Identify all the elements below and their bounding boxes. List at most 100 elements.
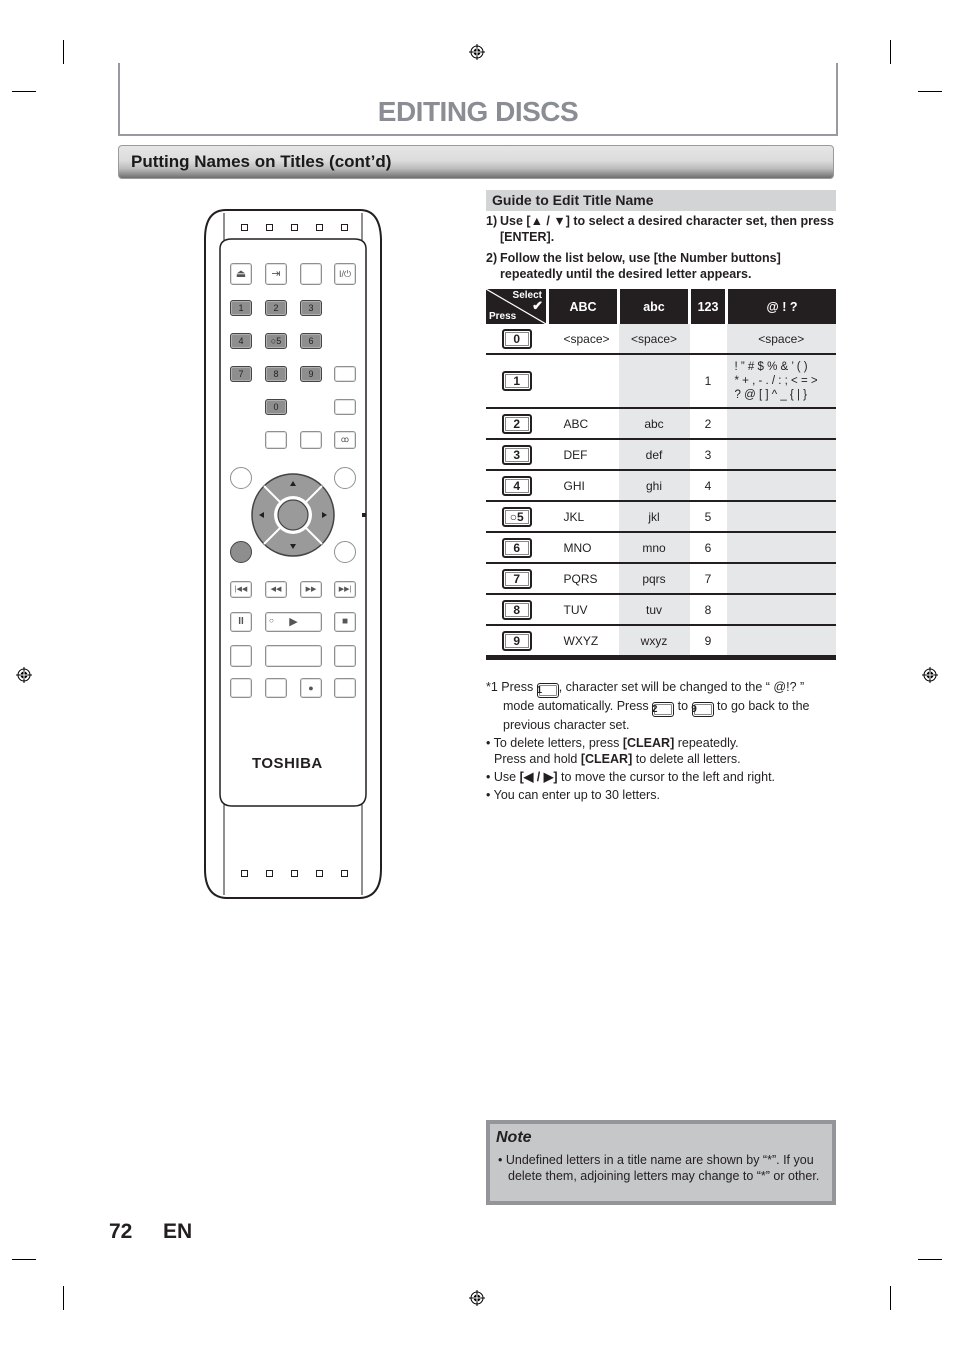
audio-button[interactable]: ꝏ bbox=[334, 431, 356, 449]
key-cell: 0 bbox=[486, 324, 548, 354]
power-icon: I/⏻ bbox=[338, 269, 352, 279]
direction-pad[interactable] bbox=[251, 473, 335, 557]
lowercase-cell: def bbox=[618, 438, 690, 470]
symbol-line: * + , - . / : ; < = > bbox=[734, 375, 818, 387]
lowercase-cell: abc bbox=[618, 407, 690, 439]
crop-mark bbox=[918, 1259, 942, 1260]
number-cell: 7 bbox=[689, 562, 727, 594]
number-key-3[interactable]: 3 bbox=[300, 300, 322, 316]
number-key-icon: 3 bbox=[501, 444, 532, 465]
number-key-6[interactable]: 6 bbox=[300, 333, 322, 349]
number-cell: 6 bbox=[689, 531, 727, 563]
function-button[interactable] bbox=[300, 431, 322, 449]
lowercase-cell: wxyz bbox=[618, 624, 690, 660]
number-cell: 5 bbox=[689, 500, 727, 532]
round-button[interactable] bbox=[334, 467, 356, 489]
registration-mark-icon bbox=[469, 1290, 485, 1306]
wide-button[interactable] bbox=[265, 645, 322, 667]
round-button[interactable] bbox=[230, 467, 252, 489]
number-key-0[interactable]: 0 bbox=[265, 399, 287, 415]
guide-heading-bar: Guide to Edit Title Name bbox=[486, 190, 836, 211]
indicator-led bbox=[316, 870, 323, 877]
number-key-icon: 2 bbox=[501, 413, 532, 434]
fast-forward-button[interactable]: ▶▶ bbox=[300, 581, 322, 598]
table-row: ○5 JKL jkl 5 bbox=[486, 500, 836, 532]
footnote: *1 Press 1, character set will be change… bbox=[486, 680, 810, 732]
number-cell: 8 bbox=[689, 593, 727, 625]
crop-mark bbox=[12, 1259, 36, 1260]
round-button[interactable] bbox=[230, 541, 252, 563]
blank-button[interactable] bbox=[300, 263, 322, 285]
lowercase-cell: pqrs bbox=[618, 562, 690, 594]
instruction-notes: *1 Press 1, character set will be change… bbox=[486, 679, 836, 805]
section-title: Putting Names on Titles (cont’d) bbox=[131, 152, 392, 171]
table-header-row: Select Press ✔ ABC abc 123 @ ! ? bbox=[486, 289, 836, 324]
play-button[interactable]: ○ ▶ bbox=[265, 612, 322, 632]
side-button[interactable] bbox=[334, 366, 356, 382]
function-button[interactable] bbox=[265, 678, 287, 698]
table-row: 1 1 ! ” # $ % & ’ ( ) * + , - . / : ; < = >… bbox=[486, 353, 836, 408]
indicator-led bbox=[341, 870, 348, 877]
key-icon: 9 bbox=[691, 702, 714, 717]
function-button[interactable] bbox=[334, 678, 356, 698]
number-key-5[interactable]: ○5 bbox=[265, 333, 287, 349]
symbol-cell bbox=[726, 500, 836, 532]
table-row: 4 GHI ghi 4 bbox=[486, 469, 836, 501]
symbol-cell bbox=[726, 531, 836, 563]
guide-step: 1) Use [▲ / ▼] to select a desired chara… bbox=[486, 214, 834, 244]
section-header-bar: Putting Names on Titles (cont’d) bbox=[118, 145, 834, 179]
stop-button[interactable]: ■ bbox=[334, 612, 356, 632]
number-cell bbox=[689, 324, 727, 354]
number-key-icon: 6 bbox=[501, 537, 532, 558]
skip-forward-button[interactable]: ▶▶| bbox=[334, 581, 356, 598]
rewind-icon: ◀◀ bbox=[270, 586, 282, 593]
function-button[interactable] bbox=[334, 645, 356, 667]
number-cell: 9 bbox=[689, 624, 727, 660]
pause-button[interactable]: II bbox=[230, 612, 252, 632]
chapter-title: EDITING DISCS bbox=[377, 96, 579, 127]
side-button[interactable] bbox=[334, 399, 356, 415]
uppercase-cell: <space> bbox=[547, 324, 619, 354]
pause-icon: II bbox=[238, 616, 244, 627]
function-button[interactable] bbox=[265, 431, 287, 449]
symbol-cell bbox=[726, 562, 836, 594]
number-key-1[interactable]: 1 bbox=[230, 300, 252, 316]
rewind-button[interactable]: ◀◀ bbox=[265, 581, 287, 598]
number-key-icon: 8 bbox=[501, 599, 532, 620]
indicator-led bbox=[291, 870, 298, 877]
table-row: 7 PQRS pqrs 7 bbox=[486, 562, 836, 594]
indicator-led bbox=[266, 870, 273, 877]
power-button[interactable]: I/⏻ bbox=[334, 263, 356, 285]
indicator-led bbox=[266, 224, 273, 231]
symbol-cell bbox=[726, 469, 836, 501]
crop-mark bbox=[918, 91, 942, 92]
uppercase-cell: JKL bbox=[547, 500, 619, 532]
function-button[interactable] bbox=[230, 678, 252, 698]
audio-icon: ꝏ bbox=[340, 435, 350, 444]
input-icon: ⇥ bbox=[271, 268, 281, 280]
function-button[interactable] bbox=[230, 645, 252, 667]
number-key-8[interactable]: 8 bbox=[265, 366, 287, 382]
note-box: Note • Undefined letters in a title name… bbox=[486, 1120, 836, 1205]
eject-button[interactable]: ⏏ bbox=[230, 263, 252, 285]
indicator-led bbox=[341, 224, 348, 231]
record-button[interactable]: ● bbox=[300, 678, 322, 698]
skip-back-button[interactable]: |◀◀ bbox=[230, 581, 252, 598]
round-button[interactable] bbox=[334, 541, 356, 563]
key-cell: 1 bbox=[486, 353, 548, 408]
column-header: 123 bbox=[688, 289, 727, 324]
number-key-2[interactable]: 2 bbox=[265, 300, 287, 316]
registration-mark-icon bbox=[16, 667, 32, 683]
uppercase-cell: DEF bbox=[547, 438, 619, 470]
page-language: EN bbox=[163, 1220, 193, 1243]
key-cell: 2 bbox=[486, 407, 548, 439]
number-key-9[interactable]: 9 bbox=[300, 366, 322, 382]
indicator-led bbox=[291, 224, 298, 231]
crop-mark bbox=[890, 1286, 891, 1310]
remote-control-illustration: ⏏ ⇥ I/⏻ 1 2 3 4 ○5 6 7 8 9 0 ꝏ |◀◀ ◀◀ ▶▶… bbox=[204, 209, 382, 899]
number-key-7[interactable]: 7 bbox=[230, 366, 252, 382]
play-icon: ▶ bbox=[289, 616, 298, 628]
lowercase-cell bbox=[618, 353, 690, 408]
number-key-4[interactable]: 4 bbox=[230, 333, 252, 349]
input-button[interactable]: ⇥ bbox=[265, 263, 287, 285]
